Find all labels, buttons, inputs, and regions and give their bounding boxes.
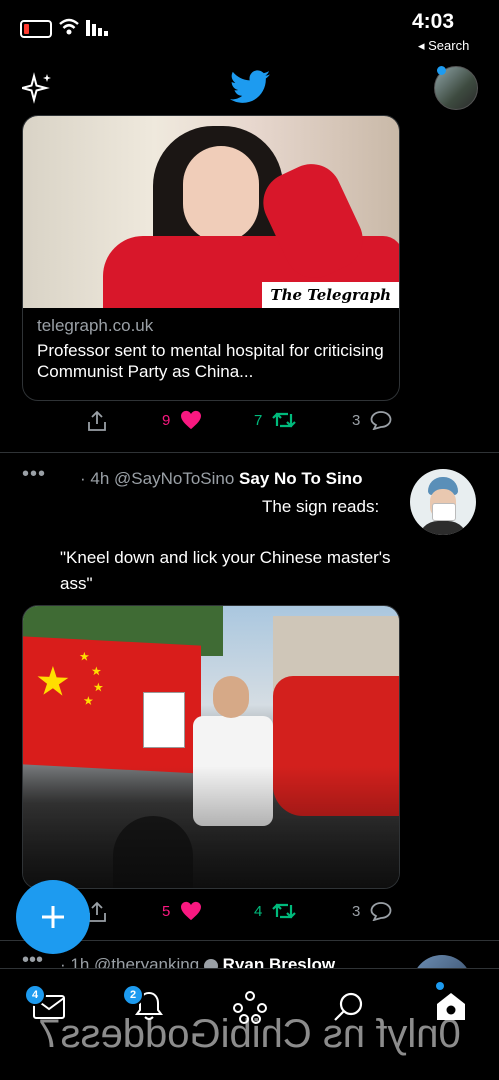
tweet-text-line1: The sign reads: <box>262 497 380 516</box>
share-icon[interactable] <box>86 410 108 432</box>
bottom-tab-bar: 4 2 0nlyf ns ChibiGoddess7 <box>0 968 499 1080</box>
reply-bubble-icon <box>370 411 392 430</box>
tweet1-actions: 9 7 3 <box>82 408 402 438</box>
reply-action[interactable]: 3 <box>352 901 392 921</box>
compose-tweet-button[interactable] <box>16 880 90 954</box>
heart-filled-icon <box>181 410 202 430</box>
retweet-action[interactable]: 4 <box>254 901 297 921</box>
cellular-signal-icon <box>86 20 108 36</box>
tweet-text-line2: "Kneel down and lick your Chinese master… <box>60 548 391 593</box>
author-handle[interactable]: @theryanking <box>94 955 199 968</box>
tweet-time: · 4h <box>80 469 110 488</box>
reply-count: 3 <box>352 411 361 429</box>
notification-dot <box>437 66 446 75</box>
retweet-action[interactable]: 7 <box>254 410 297 430</box>
telegraph-badge: The Telegraph <box>262 282 399 308</box>
messages-badge: 4 <box>24 984 46 1006</box>
author-name[interactable]: Ryan Breslow <box>223 955 335 968</box>
like-count: 5 <box>162 902 171 920</box>
like-action[interactable]: 9 <box>162 410 202 430</box>
link-card[interactable]: The Telegraph telegraph.co.uk Professor … <box>22 115 400 401</box>
card-title: Professor sent to mental hospital for cr… <box>37 341 384 381</box>
tweet-time: · 1h <box>60 955 90 968</box>
heart-filled-icon <box>181 901 202 921</box>
sparkle-icon[interactable] <box>22 72 54 104</box>
reply-action[interactable]: 3 <box>352 410 392 430</box>
retweet-icon <box>272 412 297 428</box>
card-domain: telegraph.co.uk <box>37 316 154 335</box>
tweet-photo[interactable]: ★ ★ ★ ★ ★ <box>22 605 400 889</box>
author-handle[interactable]: @SayNoToSino <box>114 469 234 488</box>
status-bar: 4:03 ◂ Search <box>0 0 499 53</box>
verified-icon <box>203 958 218 968</box>
card-image: The Telegraph <box>23 116 399 308</box>
reply-count: 3 <box>352 902 361 920</box>
top-navigation <box>0 50 499 120</box>
tweet2-actions: 5 4 3 <box>82 899 402 929</box>
author-avatar[interactable] <box>410 469 476 535</box>
watermark-text: 0nlyf ns ChibiGoddess7 <box>38 1012 461 1056</box>
wifi-icon <box>59 18 79 35</box>
twitter-bird-icon[interactable] <box>230 70 270 104</box>
tweet-header: · 1h @theryanking Ryan Breslow <box>60 955 335 968</box>
divider <box>0 968 499 969</box>
home-dot <box>436 982 444 990</box>
notifications-badge: 2 <box>122 984 144 1006</box>
tweet-header: · 4h @SayNoToSino Say No To Sino <box>80 469 400 489</box>
like-action[interactable]: 5 <box>162 901 202 921</box>
retweet-count: 7 <box>254 411 263 429</box>
like-count: 9 <box>162 411 171 429</box>
retweet-count: 4 <box>254 902 263 920</box>
reply-bubble-icon <box>370 902 392 921</box>
more-options-icon[interactable]: ••• <box>22 463 46 486</box>
plus-icon <box>42 906 64 928</box>
battery-icon <box>20 20 52 38</box>
author-avatar[interactable] <box>412 955 472 968</box>
status-time: 4:03 <box>412 10 455 33</box>
retweet-icon <box>272 903 297 919</box>
author-name[interactable]: Say No To Sino <box>239 469 362 488</box>
